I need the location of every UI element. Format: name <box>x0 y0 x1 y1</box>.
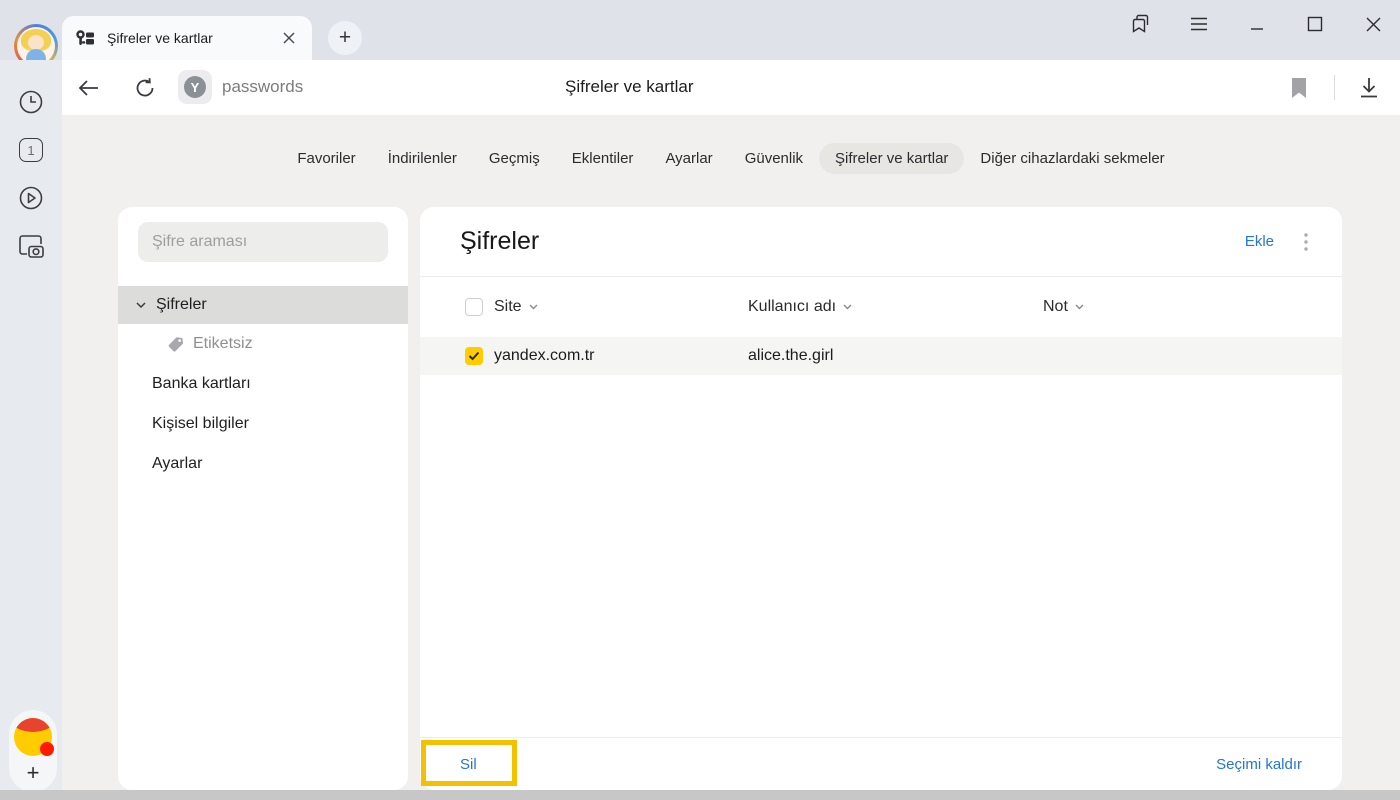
tab-title: Şifreler ve kartlar <box>107 30 278 46</box>
sidebar-item-label: Şifreler <box>156 296 207 314</box>
toolbar: Y passwords Şifreler ve kartlar <box>62 60 1400 115</box>
sidebar-item-label: Banka kartları <box>152 375 251 393</box>
nav-eklentiler[interactable]: Eklentiler <box>556 143 650 174</box>
play-icon[interactable] <box>0 178 62 218</box>
browser-tab[interactable]: Şifreler ve kartlar <box>62 16 312 60</box>
page-title: Şifreler <box>460 227 539 256</box>
sidebar-item-ayarlar[interactable]: Ayarlar <box>118 444 408 484</box>
side-panel-icon[interactable] <box>1128 11 1154 37</box>
kebab-menu-icon[interactable] <box>1304 233 1308 251</box>
pinned-apps-pill: + <box>9 710 57 792</box>
password-search-input[interactable] <box>138 222 388 262</box>
back-icon[interactable] <box>74 73 104 103</box>
column-username[interactable]: Kullanıcı adı <box>748 298 836 316</box>
sort-chevron-icon[interactable] <box>1075 304 1084 310</box>
sidebar-item-label: Kişisel bilgiler <box>152 415 249 433</box>
column-note[interactable]: Not <box>1043 298 1068 316</box>
add-shortcut-icon[interactable]: + <box>27 762 40 784</box>
window-bottom-edge <box>0 790 1400 800</box>
bookmark-icon[interactable] <box>1284 73 1314 103</box>
select-all-checkbox[interactable] <box>465 298 483 316</box>
delete-button[interactable]: Sil <box>460 756 477 773</box>
content-area: Favoriler İndirilenler Geçmiş Eklentiler… <box>62 115 1400 790</box>
titlebar: Şifreler ve kartlar + <box>0 0 1400 60</box>
toolbar-divider <box>1334 75 1335 100</box>
nav-sifreler-ve-kartlar[interactable]: Şifreler ve kartlar <box>819 143 964 174</box>
tab-counter[interactable]: 1 <box>0 130 62 170</box>
selection-footer: Sil Seçimi kaldır <box>420 737 1342 790</box>
history-icon[interactable] <box>0 82 62 122</box>
passwords-main-panel: Şifreler Ekle Site Kullanıcı adı <box>420 207 1342 790</box>
passwords-side-panel: Şifreler Etiketsiz Banka kartları Kişise… <box>118 207 408 790</box>
side-list: Şifreler Etiketsiz Banka kartları Kişise… <box>118 286 408 484</box>
minimize-icon[interactable] <box>1244 11 1270 37</box>
toolbar-page-title: Şifreler ve kartlar <box>565 77 693 97</box>
tag-icon <box>168 336 184 352</box>
yandex-logo-icon: Y <box>184 76 206 98</box>
nav-diger-cihazlar[interactable]: Diğer cihazlardaki sekmeler <box>964 143 1180 174</box>
clear-selection-button[interactable]: Seçimi kaldır <box>1216 756 1302 773</box>
maximize-icon[interactable] <box>1302 11 1328 37</box>
settings-nav: Favoriler İndirilenler Geçmiş Eklentiler… <box>62 143 1400 174</box>
nav-ayarlar[interactable]: Ayarlar <box>649 143 728 174</box>
new-tab-button[interactable]: + <box>328 21 362 55</box>
tab-close-icon[interactable] <box>278 27 300 49</box>
sort-chevron-icon[interactable] <box>843 304 852 310</box>
reload-icon[interactable] <box>130 73 160 103</box>
left-sidebar: 1 + <box>0 60 62 790</box>
passwords-header: Şifreler Ekle <box>420 207 1342 277</box>
sidebar-item-kisisel-bilgiler[interactable]: Kişisel bilgiler <box>118 404 408 444</box>
nav-guvenlik[interactable]: Güvenlik <box>729 143 819 174</box>
row-username: alice.the.girl <box>748 347 833 365</box>
tab-counter-value: 1 <box>19 138 43 162</box>
chevron-down-icon <box>136 302 146 308</box>
row-site: yandex.com.tr <box>494 347 594 365</box>
row-checkbox-checked[interactable] <box>465 347 483 365</box>
sidebar-item-sifreler[interactable]: Şifreler <box>118 286 408 324</box>
sort-chevron-icon[interactable] <box>529 304 538 310</box>
yandex-mail-icon[interactable] <box>14 718 52 756</box>
download-icon[interactable] <box>1354 73 1384 103</box>
nav-favoriler[interactable]: Favoriler <box>281 143 371 174</box>
column-site[interactable]: Site <box>494 298 522 316</box>
table-header-row: Site Kullanıcı adı Not <box>420 277 1342 337</box>
screenshot-icon[interactable] <box>0 226 62 266</box>
sidebar-item-etiketsiz[interactable]: Etiketsiz <box>118 324 408 364</box>
key-card-icon <box>76 30 95 46</box>
add-password-button[interactable]: Ekle <box>1245 233 1274 250</box>
address-bar-text[interactable]: passwords <box>222 77 303 97</box>
close-window-icon[interactable] <box>1360 11 1386 37</box>
site-favicon-badge[interactable]: Y <box>178 70 212 104</box>
sidebar-item-label: Ayarlar <box>152 455 202 473</box>
sidebar-item-label: Etiketsiz <box>193 335 253 353</box>
sidebar-item-banka-kartlari[interactable]: Banka kartları <box>118 364 408 404</box>
nav-indirilenler[interactable]: İndirilenler <box>372 143 473 174</box>
password-row[interactable]: yandex.com.tr alice.the.girl <box>420 337 1342 375</box>
menu-icon[interactable] <box>1186 11 1212 37</box>
nav-gecmis[interactable]: Geçmiş <box>473 143 556 174</box>
